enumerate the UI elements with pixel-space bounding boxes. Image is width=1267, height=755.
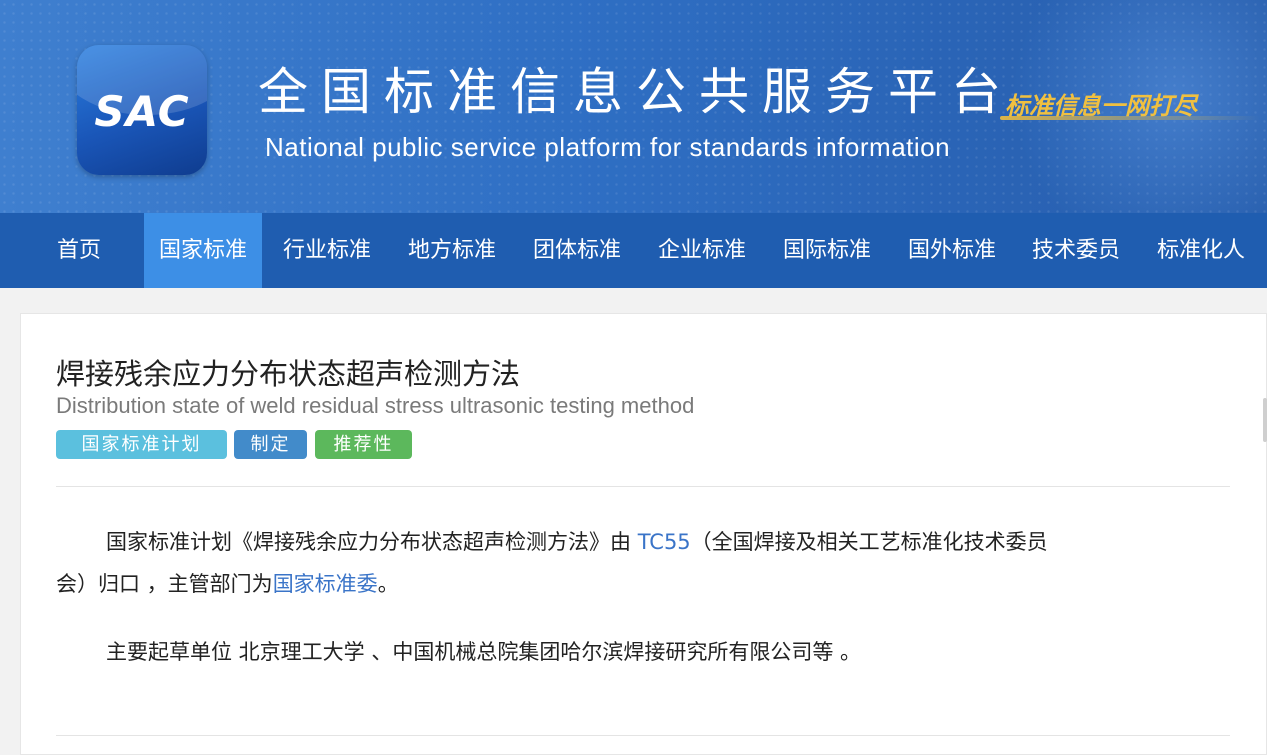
description-line-2: 会）归口 ，主管部门为国家标准委。	[56, 564, 399, 604]
site-header: SAC 全国标准信息公共服务平台 标准信息一网打尽 National publi…	[0, 0, 1267, 213]
standard-title-en: Distribution state of weld residual stre…	[56, 393, 695, 418]
nav-item-local-standards[interactable]: 地方标准	[393, 213, 511, 288]
nav-item-international-standards[interactable]: 国际标准	[768, 213, 886, 288]
standard-title: 焊接残余应力分布状态超声检测方法	[56, 357, 521, 391]
nav-item-enterprise-standards[interactable]: 企业标准	[643, 213, 761, 288]
description-text: 会）归口 ，主管部门为	[56, 572, 273, 596]
tag-recommended: 推荐性	[315, 430, 412, 459]
site-slogan: 标准信息一网打尽	[1005, 91, 1197, 120]
tag-formulation: 制定	[234, 430, 307, 459]
tc55-link[interactable]: TC55	[638, 530, 691, 554]
nav-item-technical-committees[interactable]: 技术委员	[1017, 213, 1135, 288]
description-text: 。	[377, 572, 399, 596]
nav-item-standardization-people[interactable]: 标准化人	[1142, 213, 1260, 288]
nav-item-group-standards[interactable]: 团体标准	[518, 213, 636, 288]
description-text: 国家标准计划《焊接残余应力分布状态超声检测方法》由	[106, 530, 638, 554]
drafting-units: 主要起草单位 北京理工大学 、中国机械总院集团哈尔滨焊接研究所有限公司等 。	[106, 640, 862, 664]
description-text: （全国焊接及相关工艺标准化技术委员	[690, 530, 1048, 554]
section-divider-top	[56, 486, 1230, 487]
sac-department-link[interactable]: 国家标准委	[273, 572, 378, 596]
description-line-1: 国家标准计划《焊接残余应力分布状态超声检测方法》由 TC55（全国焊接及相关工艺…	[106, 522, 1048, 562]
sac-logo[interactable]: SAC	[77, 45, 207, 175]
nav-item-home[interactable]: 首页	[36, 213, 122, 288]
tag-national-plan: 国家标准计划	[56, 430, 227, 459]
nav-item-national-standards[interactable]: 国家标准	[144, 213, 262, 288]
section-divider-bottom	[56, 735, 1230, 736]
site-title-en: National public service platform for sta…	[265, 132, 951, 162]
page-scrollbar[interactable]	[1263, 398, 1267, 442]
logo-text: SAC	[94, 87, 190, 136]
nav-item-industry-standards[interactable]: 行业标准	[268, 213, 386, 288]
main-nav: 首页 国家标准 行业标准 地方标准 团体标准 企业标准 国际标准 国外标准 技术…	[0, 213, 1267, 288]
site-title-cn: 全国标准信息公共服务平台	[258, 63, 1014, 121]
nav-item-foreign-standards[interactable]: 国外标准	[893, 213, 1011, 288]
